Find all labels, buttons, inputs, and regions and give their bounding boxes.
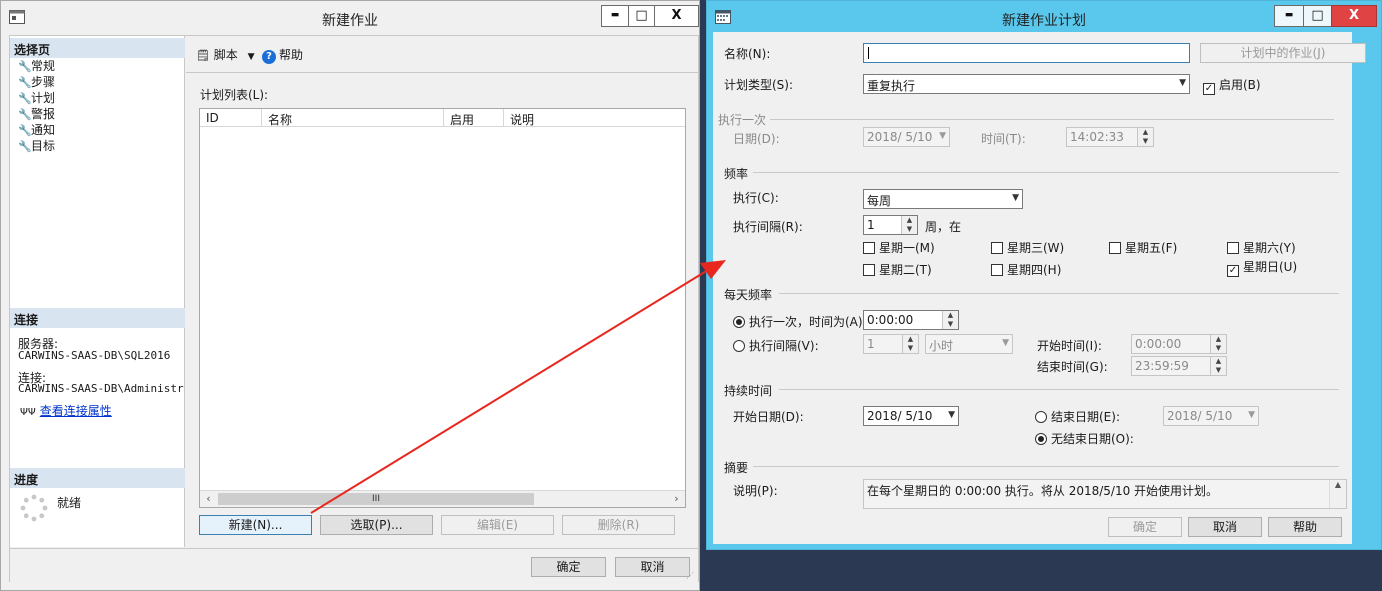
annotation-arrow	[310, 260, 726, 514]
arrow-head-icon	[700, 260, 726, 279]
arrow-shaft	[310, 269, 709, 514]
